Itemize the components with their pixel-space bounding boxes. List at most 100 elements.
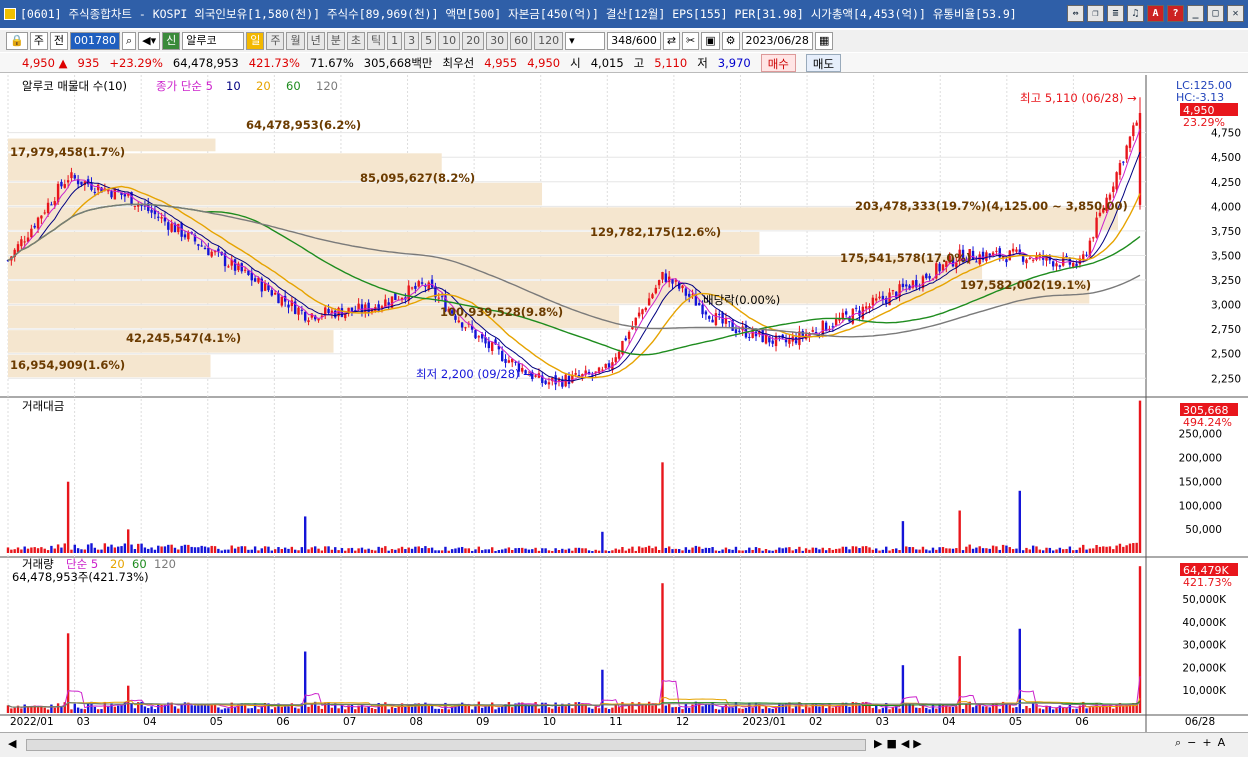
arrows-icon[interactable]: ⇄ [662, 32, 681, 50]
amount-bar [1008, 547, 1011, 553]
stock-chart[interactable]: 2022/01 03 04 05 06 07 08 09 10 11 12 2023/01 02 03 04… [0, 75, 1248, 732]
candle-body [1135, 122, 1138, 126]
amount-bar [661, 462, 664, 553]
volume-profile-label: 16,954,909(1.6%) [10, 358, 125, 372]
search-icon[interactable]: ⌕ [121, 32, 137, 50]
code-input[interactable]: 001780 [69, 32, 120, 50]
quote-vol-ratio: 71.67% [309, 55, 354, 70]
window-controls: ⇔ ❐ ≡ ♫ A ? _ □ ✕ [1067, 5, 1244, 22]
buy-button[interactable]: 매수 [760, 53, 796, 72]
amount-bar [377, 546, 380, 553]
period-minute[interactable]: 분 [326, 32, 345, 50]
candle-body [1112, 186, 1115, 193]
interval-20[interactable]: 20 [462, 32, 485, 50]
price-y-tick: 4,750 [1211, 128, 1241, 140]
link-icon[interactable]: ⇔ [1067, 5, 1084, 22]
volume-bar [190, 705, 193, 713]
amount-bar [898, 550, 901, 553]
candle-body [20, 239, 23, 247]
help-icon[interactable]: ? [1167, 5, 1184, 22]
amount-bar [691, 547, 694, 553]
sound-icon[interactable]: ♫ [1127, 5, 1144, 22]
amount-bar [621, 546, 624, 553]
amount-bar [340, 548, 344, 553]
period-week[interactable]: 주 [266, 32, 285, 50]
stock-name-field[interactable]: 알루코 [182, 32, 245, 50]
amount-bar [928, 550, 931, 553]
speaker-icon[interactable]: ◀▾ [138, 32, 161, 50]
amount-bar [784, 547, 788, 553]
quote-high: 5,110 [654, 55, 688, 70]
volume-bar [217, 707, 220, 713]
amount-bar [474, 549, 477, 553]
close-button[interactable]: ✕ [1227, 5, 1244, 22]
interval-120[interactable]: 120 [534, 32, 564, 50]
low-note: 최저 2,200 (09/28) → [416, 367, 533, 381]
period-year[interactable]: 년 [306, 32, 325, 50]
interval-1[interactable]: 1 [387, 32, 403, 50]
period-tick[interactable]: 틱 [366, 32, 386, 50]
amount-bar [387, 550, 390, 553]
calendar-icon[interactable]: ▦ [814, 32, 834, 50]
candle-body [334, 310, 337, 318]
amount-bar [103, 543, 107, 553]
amount-bar [828, 548, 831, 553]
period-day[interactable]: 일 [246, 32, 265, 50]
lock-icon[interactable]: 🔒 [6, 32, 28, 50]
market-select[interactable]: 주 [29, 32, 48, 50]
list-icon[interactable]: ≡ [1107, 5, 1124, 22]
interval-60[interactable]: 60 [510, 32, 533, 50]
interval-30[interactable]: 30 [486, 32, 509, 50]
amount-bar [96, 549, 100, 553]
period-month[interactable]: 월 [286, 32, 305, 50]
scroll-left-icon[interactable]: ◀ [8, 737, 16, 750]
prev-button[interactable]: 전 [49, 32, 68, 50]
settings-icon[interactable]: ⚙ [721, 32, 740, 50]
count-field[interactable]: 348/600 [607, 32, 661, 50]
amount-bar [875, 548, 878, 553]
custom-interval-select[interactable]: ▾ [565, 32, 606, 50]
amount-bar [203, 546, 207, 553]
volume-bar [574, 702, 577, 713]
font-icon[interactable]: A [1147, 5, 1164, 22]
amount-bar [955, 548, 958, 553]
amount-bar [187, 544, 190, 553]
amount-bar [250, 549, 253, 553]
candle-body [591, 374, 594, 376]
amount-bar [681, 550, 684, 553]
amount-bar [651, 548, 654, 553]
cascade-icon[interactable]: ❐ [1087, 5, 1104, 22]
interval-3[interactable]: 3 [404, 32, 420, 50]
candle-body [1031, 259, 1035, 261]
candle-body [414, 285, 417, 289]
playback-controls[interactable]: ▶■◀▶ [874, 737, 926, 750]
zoom-controls[interactable]: ⌕−+A [1175, 736, 1231, 750]
volume-bar [718, 709, 721, 713]
sell-button[interactable]: 매도 [805, 53, 842, 72]
amount-bar [885, 546, 888, 553]
minimize-button[interactable]: _ [1187, 5, 1204, 22]
chart-scroll-bar[interactable]: ◀ ▶■◀▶ ⌕−+A [0, 732, 1248, 757]
amount-bar [711, 547, 714, 553]
amount-bar [297, 550, 300, 553]
amount-bar [524, 548, 527, 553]
volume-bar [113, 706, 117, 713]
interval-10[interactable]: 10 [438, 32, 461, 50]
maximize-button[interactable]: □ [1207, 5, 1224, 22]
volume-bar [1061, 707, 1065, 713]
date-field[interactable]: 2023/06/28 [741, 32, 813, 50]
amount-bar [330, 549, 334, 553]
candle-body [1098, 212, 1102, 216]
volume-bar [881, 708, 885, 713]
amount-bar [554, 548, 557, 553]
volume-bar [70, 709, 73, 713]
volume-bar [53, 707, 56, 713]
scroll-track[interactable] [26, 739, 866, 751]
interval-5[interactable]: 5 [421, 32, 437, 50]
save-icon[interactable]: ▣ [701, 32, 720, 50]
amount-bar [367, 548, 370, 553]
scissors-icon[interactable]: ✂ [682, 32, 700, 50]
period-second[interactable]: 초 [346, 32, 365, 50]
volume-y-tick: 20,000K [1182, 662, 1227, 674]
candle-body [1085, 254, 1088, 256]
